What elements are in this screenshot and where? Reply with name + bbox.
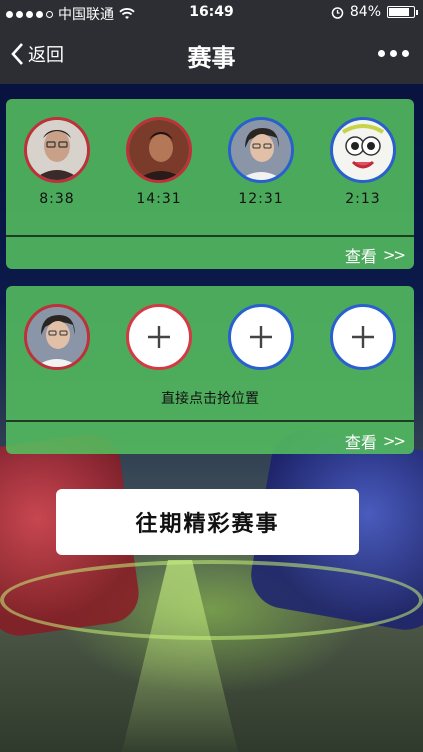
player-avatar[interactable]: [24, 117, 90, 183]
view-link[interactable]: 查看 >>: [344, 429, 406, 453]
player-slot[interactable]: [16, 304, 98, 370]
battery-icon: [387, 6, 418, 18]
match-panel-full: 8:38 14:31 12:31 2:13 查看 >>: [6, 99, 414, 269]
nav-bar: 返回 赛事: [0, 26, 423, 84]
arena-ring: [0, 560, 423, 640]
status-right: 84%: [331, 4, 418, 20]
player-time: 14:31: [136, 191, 182, 207]
plus-icon: [352, 326, 374, 348]
past-matches-button[interactable]: 往期精彩赛事: [56, 489, 359, 555]
join-blue-button[interactable]: [330, 304, 396, 370]
double-chevron-right-icon: >>: [382, 432, 406, 450]
avatar-man-dark-icon: [129, 120, 189, 180]
view-label: 查看: [344, 433, 377, 452]
player-avatar[interactable]: [126, 117, 192, 183]
divider: [6, 235, 414, 237]
player-slot[interactable]: 14:31: [118, 117, 200, 207]
avatar-woman-glasses-icon: [231, 120, 291, 180]
player-time: 2:13: [345, 191, 381, 207]
player-avatar[interactable]: [330, 117, 396, 183]
join-blue-button[interactable]: [228, 304, 294, 370]
player-slot[interactable]: 2:13: [322, 117, 404, 207]
plus-icon: [148, 326, 170, 348]
battery-percent: 84%: [349, 4, 381, 20]
join-red-button[interactable]: [126, 304, 192, 370]
page-title: 赛事: [187, 44, 236, 72]
player-slot[interactable]: 12:31: [220, 117, 302, 207]
view-label: 查看: [344, 247, 377, 266]
player-avatar[interactable]: [228, 117, 294, 183]
player-slot[interactable]: 8:38: [16, 117, 98, 207]
plus-icon: [250, 326, 272, 348]
view-link[interactable]: 查看 >>: [344, 243, 406, 267]
match-panel-open: 直接点击抢位置 查看 >>: [6, 286, 414, 454]
player-row: [6, 304, 414, 370]
more-dot-icon: [378, 50, 385, 57]
alarm-icon: [331, 6, 344, 19]
join-slot[interactable]: [322, 304, 404, 370]
player-avatar[interactable]: [24, 304, 90, 370]
player-time: 8:38: [39, 191, 75, 207]
avatar-cartoon-icon: [333, 120, 393, 180]
more-button[interactable]: [378, 50, 409, 57]
status-bar: 中国联通 16:49 84%: [0, 0, 423, 26]
join-slot[interactable]: [118, 304, 200, 370]
player-row: 8:38 14:31 12:31 2:13: [6, 117, 414, 207]
double-chevron-right-icon: >>: [382, 246, 406, 264]
avatar-man-glasses-icon: [27, 120, 87, 180]
join-hint: 直接点击抢位置: [161, 391, 259, 407]
divider: [6, 420, 414, 422]
avatar-woman-glasses-icon: [27, 307, 87, 367]
join-slot[interactable]: [220, 304, 302, 370]
player-time: 12:31: [238, 191, 284, 207]
